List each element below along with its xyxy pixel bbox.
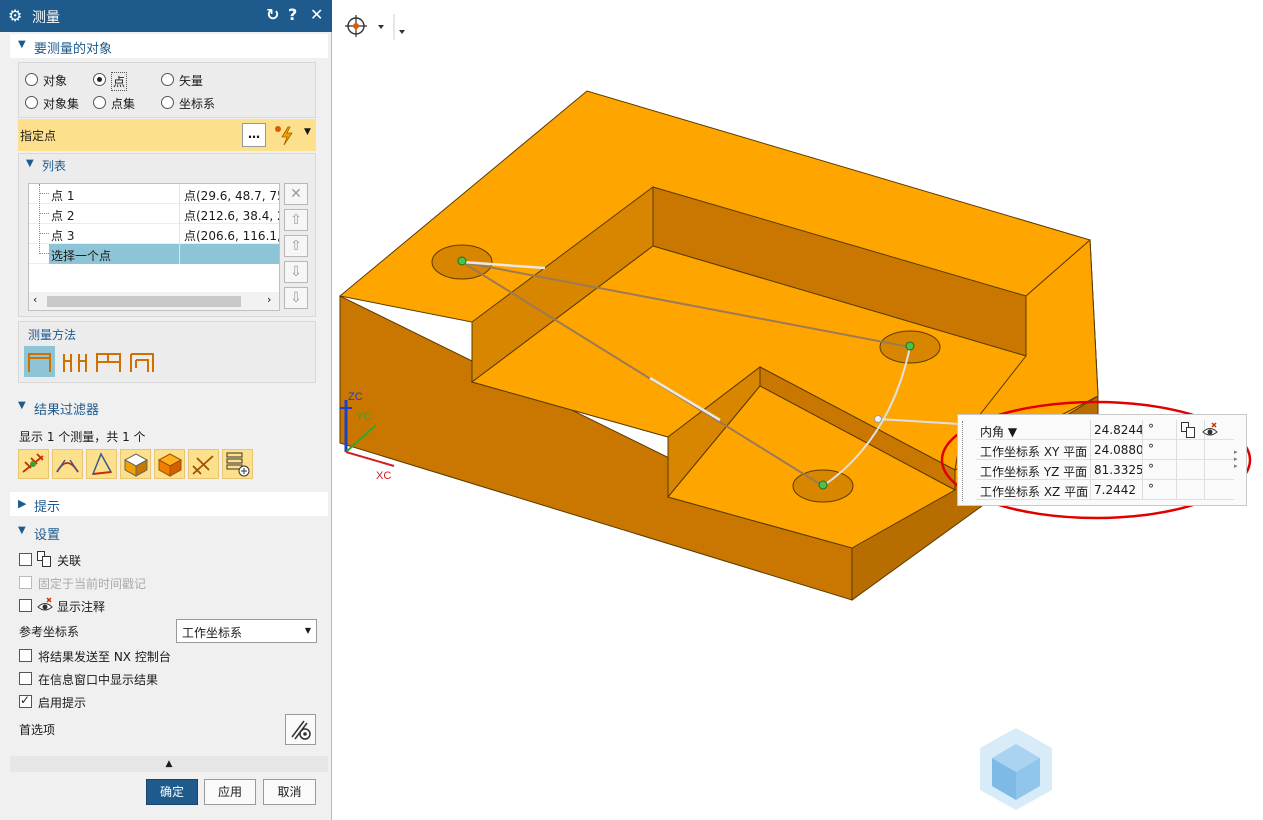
method-distance-icon[interactable] bbox=[24, 346, 55, 377]
filter-summary: 显示 1 个测量，共 1 个 bbox=[19, 430, 146, 444]
section-header-settings[interactable]: ▼ 设置 bbox=[10, 520, 328, 544]
result-row[interactable]: 工作坐标系 YZ 平面 81.3325 ° bbox=[976, 460, 1234, 480]
reset-icon[interactable]: ↻ bbox=[266, 5, 279, 24]
method-screen-icon[interactable] bbox=[127, 346, 158, 377]
move-bottom-icon[interactable]: ⇩ bbox=[284, 287, 308, 309]
object-type-panel: 对象 点 矢量 对象集 点集 坐标系 bbox=[18, 62, 316, 118]
model-view: ZC YC XC bbox=[338, 90, 1252, 810]
section-header-hint[interactable]: ▶ 提示 bbox=[10, 492, 328, 516]
move-top-icon[interactable]: ⇧ bbox=[284, 209, 308, 231]
ok-button[interactable]: 确定 bbox=[146, 779, 198, 805]
section-title: 设置 bbox=[34, 528, 61, 543]
apply-button[interactable]: 应用 bbox=[204, 779, 256, 805]
axis-xc: XC bbox=[376, 470, 391, 482]
result-row[interactable]: 工作坐标系 XZ 平面 7.2442 ° bbox=[976, 480, 1234, 500]
filter-volume-icon[interactable] bbox=[154, 449, 185, 479]
point-dialog-icon[interactable]: … bbox=[242, 123, 266, 147]
section-title: 结果过滤器 bbox=[34, 403, 100, 418]
section-header-objects[interactable]: ▼ 要测量的对象 bbox=[10, 34, 328, 58]
filter-curve-icon[interactable] bbox=[188, 449, 219, 479]
point-list: 点 1点(29.6, 48.7, 75.4) 点 2点(212.6, 38.4,… bbox=[28, 183, 280, 311]
ref-csys-select[interactable]: 工作坐标系 ▼ bbox=[176, 619, 317, 643]
cancel-button[interactable]: 取消 bbox=[263, 779, 316, 805]
collapse-icon[interactable]: ▼ bbox=[26, 158, 34, 169]
method-parallel-icon[interactable] bbox=[59, 346, 90, 377]
associative-icon[interactable] bbox=[1181, 422, 1195, 438]
result-row[interactable]: 工作坐标系 XY 平面 24.0880 ° bbox=[976, 440, 1234, 460]
list-item[interactable]: 点 2点(212.6, 38.4, 25.0) bbox=[29, 204, 279, 224]
filter-area-icon[interactable] bbox=[120, 449, 151, 479]
expand-arrows-icon[interactable]: ▸ ▸ ▸ bbox=[1234, 449, 1238, 470]
list-item-selected[interactable]: 选择一个点 bbox=[29, 244, 279, 264]
section-title: 提示 bbox=[34, 500, 61, 515]
specify-point-label: 指定点 bbox=[20, 129, 57, 143]
preferences-label: 首选项 bbox=[19, 723, 56, 737]
move-up-icon[interactable]: ⇧ bbox=[284, 235, 308, 257]
dialog-title: 测量 bbox=[32, 10, 60, 26]
section-title: 要测量的对象 bbox=[34, 42, 113, 57]
scroll-right-icon[interactable]: › bbox=[267, 293, 271, 306]
dialog-titlebar: ⚙ 测量 ↻ ? ✕ bbox=[0, 0, 332, 32]
close-icon[interactable]: ✕ bbox=[310, 5, 323, 24]
filter-length-icon[interactable] bbox=[86, 449, 117, 479]
measure-point-1 bbox=[457, 256, 467, 266]
help-icon[interactable]: ? bbox=[288, 5, 297, 24]
eye-icon[interactable] bbox=[1202, 422, 1218, 438]
ref-csys-label: 参考坐标系 bbox=[19, 625, 80, 639]
associative-icon bbox=[37, 551, 51, 567]
gear-icon: ⚙ bbox=[8, 6, 23, 25]
preferences-icon[interactable] bbox=[285, 714, 316, 745]
measure-dialog: ⚙ 测量 ↻ ? ✕ ▼ 要测量的对象 对象 点 矢量 对象集 点集 坐标系 指… bbox=[0, 0, 332, 820]
section-header-filter[interactable]: ▼ 结果过滤器 bbox=[10, 395, 328, 419]
list-item[interactable]: 点 3点(206.6, 116.1, 5.0) bbox=[29, 224, 279, 244]
collapse-icon: ▼ bbox=[18, 39, 26, 50]
filter-distance-icon[interactable] bbox=[18, 449, 49, 479]
specify-point-row[interactable]: 指定点 … ▼ bbox=[18, 119, 316, 151]
list-title: 列表 bbox=[42, 159, 67, 173]
result-row[interactable]: 内角 ▼ 24.8244 ° bbox=[976, 420, 1234, 440]
view-cube-icon bbox=[980, 728, 1052, 810]
axis-yc: YC bbox=[356, 411, 371, 423]
scroll-left-icon[interactable]: ‹ bbox=[33, 293, 37, 306]
eye-icon bbox=[37, 597, 53, 613]
measure-results-table[interactable]: 内角 ▼ 24.8244 ° 工作坐标系 XY 平面 24.0880 ° 工作坐… bbox=[957, 414, 1247, 506]
scrollbar-thumb[interactable] bbox=[47, 296, 241, 307]
measure-point-3 bbox=[818, 480, 828, 490]
filter-angle-icon[interactable] bbox=[52, 449, 83, 479]
measure-point-2 bbox=[905, 341, 915, 351]
remove-icon[interactable]: ✕ bbox=[284, 183, 308, 205]
move-down-icon[interactable]: ⇩ bbox=[284, 261, 308, 283]
method-projected-icon[interactable] bbox=[93, 346, 124, 377]
filter-add-icon[interactable] bbox=[222, 449, 253, 479]
method-title: 测量方法 bbox=[28, 328, 77, 342]
chevron-down-icon: ▼ bbox=[304, 626, 311, 635]
collapse-icon: ▼ bbox=[18, 400, 26, 411]
collapse-up-icon[interactable]: ▲ bbox=[10, 756, 328, 772]
list-item[interactable]: 点 1点(29.6, 48.7, 75.4) bbox=[29, 184, 279, 204]
inferred-point-icon[interactable] bbox=[272, 123, 298, 147]
horizontal-scrollbar[interactable]: ‹ › bbox=[29, 292, 279, 310]
collapse-icon: ▼ bbox=[18, 525, 26, 536]
axis-zc: ZC bbox=[348, 391, 363, 403]
expand-icon: ▶ bbox=[18, 497, 27, 510]
chevron-down-icon[interactable]: ▼ bbox=[304, 127, 311, 137]
